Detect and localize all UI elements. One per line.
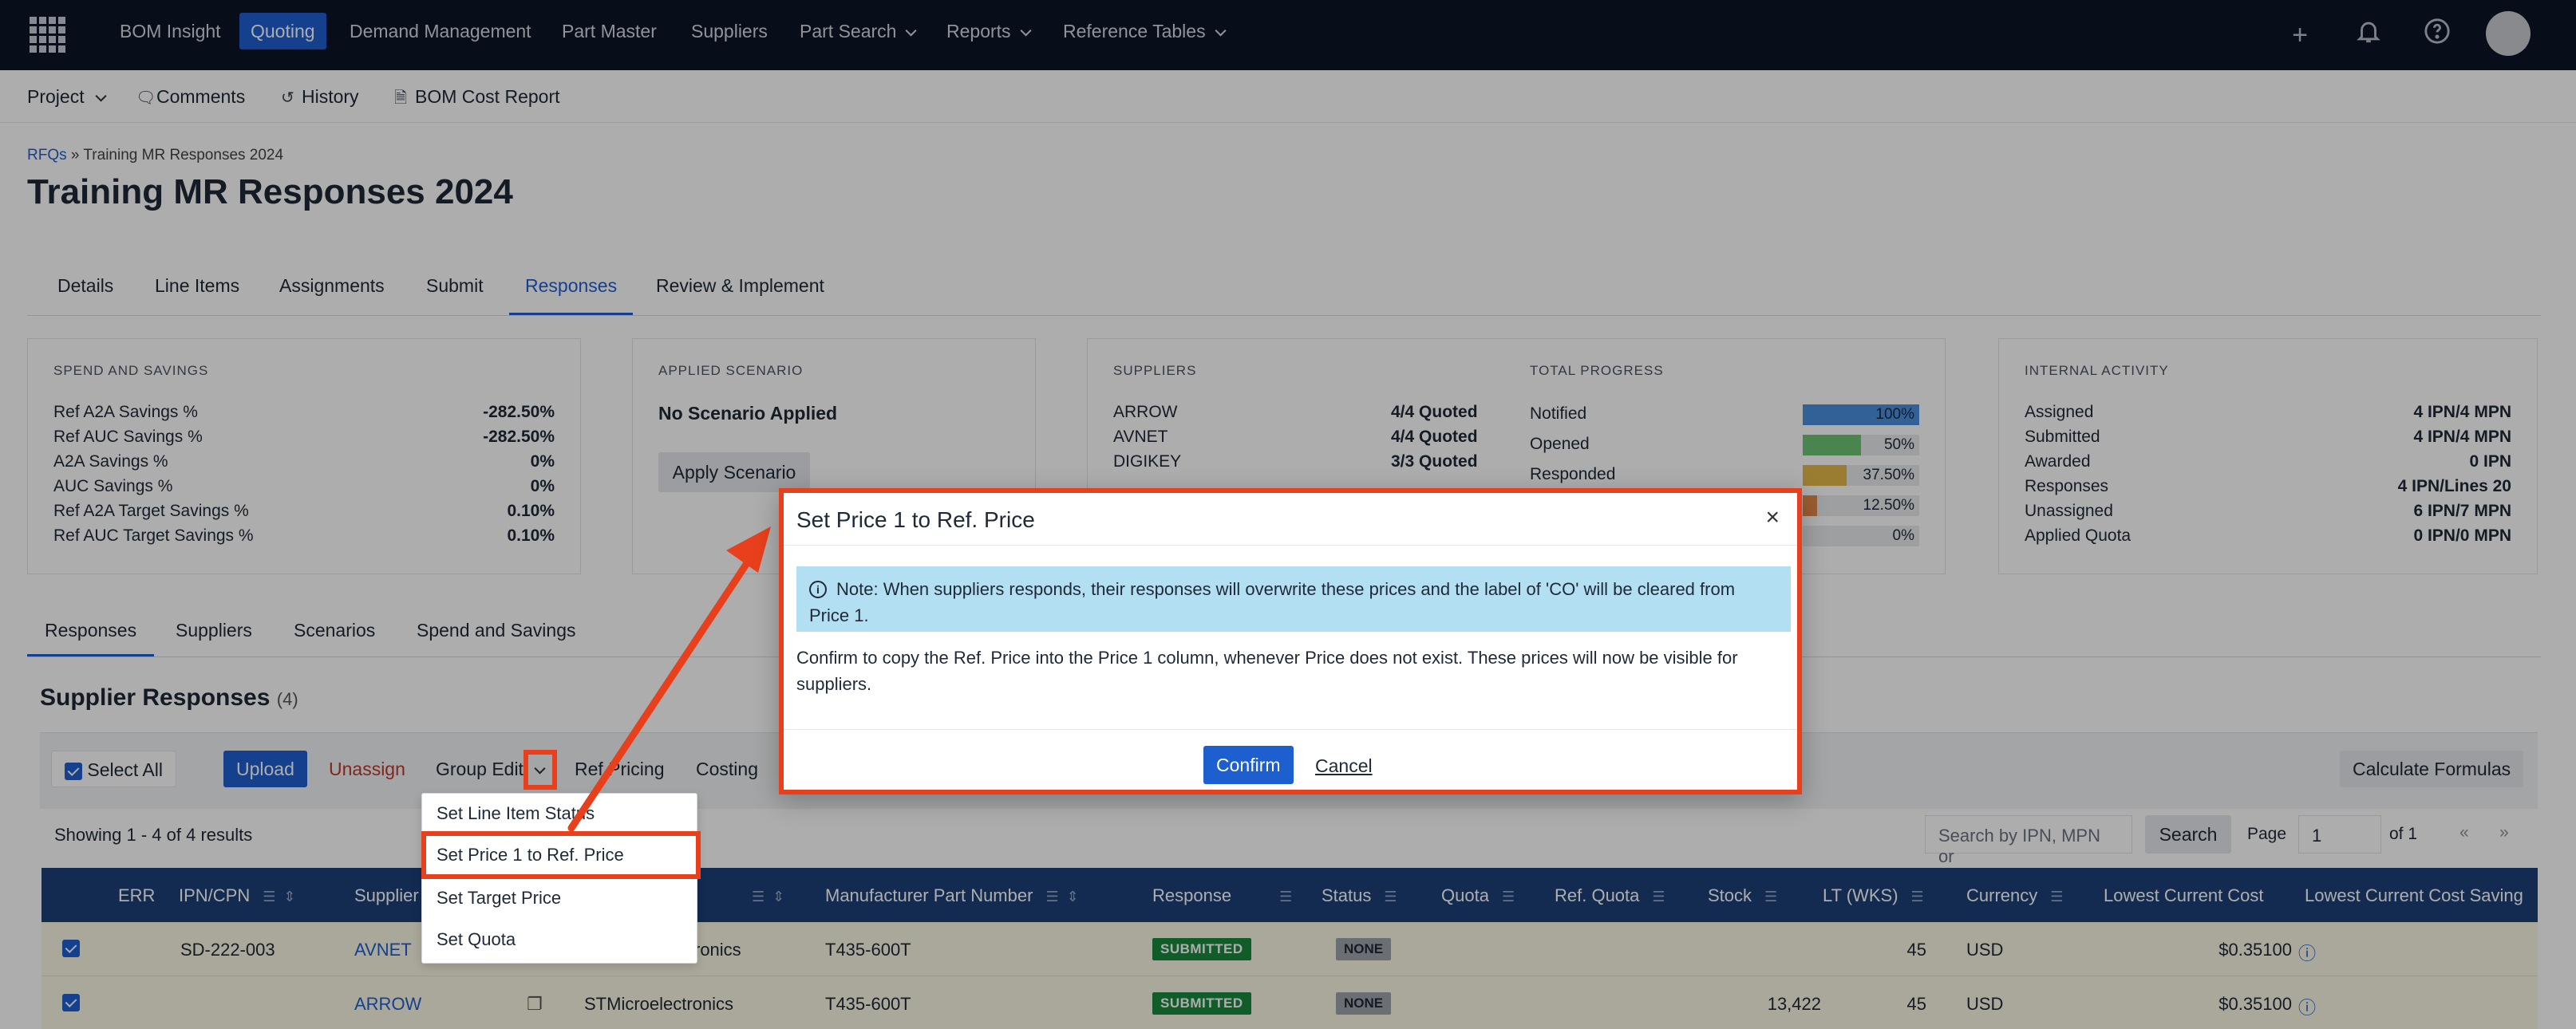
modal-body-text: Confirm to copy the Ref. Price into the … <box>796 648 1738 694</box>
modal-title: Set Price 1 to Ref. Price <box>796 507 1035 532</box>
modal-note: i Note: When suppliers responds, their re… <box>796 566 1791 632</box>
annotation-toggle-highlight <box>523 750 557 790</box>
modal-header: Set Price 1 to Ref. Price × <box>784 493 1797 546</box>
menu-item-set-quota[interactable]: Set Quota <box>437 929 516 950</box>
set-price-modal: Set Price 1 to Ref. Price × i Note: When … <box>779 488 1802 794</box>
menu-item-set-target-price[interactable]: Set Target Price <box>437 888 561 909</box>
confirm-button[interactable]: Confirm <box>1203 746 1294 784</box>
cancel-button[interactable]: Cancel <box>1315 755 1373 777</box>
menu-item-set-line-item-status[interactable]: Set Line Item Status <box>437 803 595 824</box>
modal-footer: Confirm Cancel <box>784 729 1797 794</box>
info-icon: i <box>809 581 827 598</box>
modal-note-text: Note: When suppliers responds, their res… <box>809 579 1736 625</box>
close-icon[interactable]: × <box>1765 504 1780 531</box>
annotation-menu-highlight <box>421 831 701 879</box>
